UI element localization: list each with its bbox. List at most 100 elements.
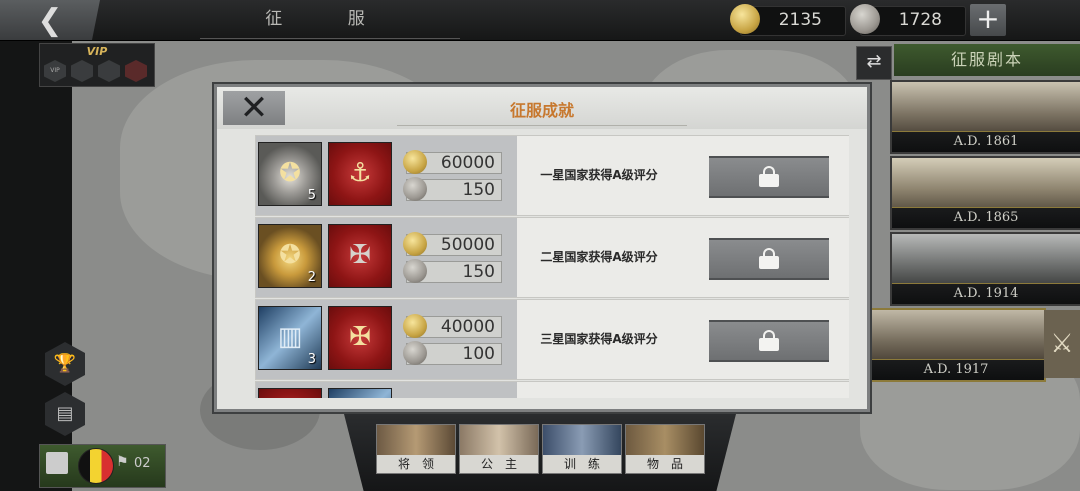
achievement-row: ▥ 3 ✠ 40000 100 三星国家获得A级评分 <box>255 299 849 380</box>
achievement-condition: 一星国家获得A级评分 <box>540 168 658 182</box>
achievement-row: ✪ 2 ✠ 50000 150 二星国家获得A级评分 <box>255 217 849 298</box>
crossed-swords-icon: ⚔ <box>1050 329 1074 359</box>
tab-label: 将领 <box>377 455 455 473</box>
silver-medal-icon <box>403 177 427 201</box>
save-icon[interactable] <box>46 452 68 474</box>
achievement-condition: 二星国家获得A级评分 <box>540 250 658 264</box>
gold-medal-item[interactable]: ✪ 2 <box>258 224 322 288</box>
battleship-painting-image <box>892 234 1080 286</box>
back-button[interactable]: ❮ <box>0 0 100 40</box>
vip-badge-icon <box>98 60 120 82</box>
item-count: 2 <box>307 270 316 285</box>
scenario-card-1861[interactable]: A.D. 1861 <box>890 80 1080 154</box>
silver-amount: 1728 <box>898 10 942 30</box>
flag-count: 02 <box>134 456 151 471</box>
claim-button-locked[interactable] <box>709 238 829 280</box>
iron-cross-item[interactable]: ✠ <box>328 224 392 288</box>
tab-items[interactable]: 物品 <box>625 424 705 474</box>
silver-reward: 100 <box>403 341 502 365</box>
document-icon: ▤ <box>56 403 74 424</box>
battle-painting-image <box>892 158 1080 210</box>
silver-medal-icon <box>850 4 880 34</box>
tab-generals[interactable]: 将领 <box>376 424 456 474</box>
tab-label: 公主 <box>460 455 538 473</box>
battle-painting-image <box>892 82 1080 134</box>
vip-label: VIP <box>86 45 108 58</box>
gold-reward-amount: 40000 <box>440 317 495 337</box>
item-count: 5 <box>307 188 316 203</box>
gold-coin-icon <box>403 150 427 174</box>
swap-button[interactable]: ⇄ <box>856 46 892 80</box>
modal-title: 征服成就 <box>509 101 574 120</box>
generals-portrait-image <box>377 425 455 455</box>
scenario-panel-header: 征服剧本 <box>894 44 1080 76</box>
anchor-badge-item[interactable]: ⚓ <box>328 142 392 206</box>
vip-badge-icon: VIP <box>44 60 66 82</box>
item-count: 3 <box>307 352 316 367</box>
achievement-row: ✪ 5 ⚓ 60000 150 一星国家获得A级评分 <box>255 135 849 216</box>
reward-item[interactable] <box>258 388 322 398</box>
vip-badge-icon <box>71 60 93 82</box>
gold-reward-amount: 60000 <box>440 153 495 173</box>
chevron-left-icon: ❮ <box>37 2 63 38</box>
scenario-card-1865[interactable]: A.D. 1865 <box>890 156 1080 230</box>
belgium-flag-icon[interactable] <box>78 448 114 484</box>
items-image <box>626 425 704 455</box>
gold-coin-icon <box>403 314 427 338</box>
training-troops-image <box>543 425 621 455</box>
scenario-year: A.D. 1917 <box>868 359 1044 380</box>
crossed-swords-button[interactable]: ⚔ <box>1044 310 1080 378</box>
scenario-year: A.D. 1861 <box>892 131 1080 152</box>
silver-reward-amount: 150 <box>462 180 495 200</box>
lock-icon <box>758 330 780 351</box>
title-divider <box>397 125 687 126</box>
vip-panel[interactable]: VIP VIP <box>39 43 155 87</box>
scenario-year: A.D. 1914 <box>892 283 1080 304</box>
achievement-list[interactable]: ✪ 5 ⚓ 60000 150 一星国家获得A级评分 ✪ 2 ✠ 50000 1… <box>255 135 849 398</box>
silver-medal-item[interactable]: ✪ 5 <box>258 142 322 206</box>
add-currency-button[interactable]: + <box>970 4 1006 36</box>
trophy-icon: 🏆 <box>53 353 77 374</box>
flag-marker-icon: ⚑ <box>116 454 129 470</box>
lock-icon <box>758 248 780 269</box>
gold-cross-item[interactable]: ✠ <box>328 306 392 370</box>
tab-princesses[interactable]: 公主 <box>459 424 539 474</box>
gold-reward: 40000 <box>403 314 502 338</box>
page-title: 征 服 <box>200 0 460 39</box>
lock-icon <box>758 166 780 187</box>
close-button[interactable]: ✕ <box>223 91 285 125</box>
gold-cross-icon: ✠ <box>349 322 371 352</box>
vip-badge-icon <box>125 60 147 82</box>
gold-reward-amount: 50000 <box>440 235 495 255</box>
scenario-year: A.D. 1865 <box>892 207 1080 228</box>
silver-medal-icon <box>403 259 427 283</box>
silver-reward: 150 <box>403 259 502 283</box>
tank-painting-image <box>868 310 1044 362</box>
achievement-condition: 三星国家获得A级评分 <box>540 332 658 346</box>
silver-reward-amount: 100 <box>462 344 495 364</box>
scenario-card-1914[interactable]: A.D. 1914 <box>890 232 1080 306</box>
tab-training[interactable]: 训练 <box>542 424 622 474</box>
tab-label: 物品 <box>626 455 704 473</box>
swap-arrows-icon: ⇄ <box>866 51 882 72</box>
tab-label: 训练 <box>543 455 621 473</box>
gold-coin-icon <box>403 232 427 256</box>
gold-amount: 2135 <box>778 10 822 30</box>
scenario-card-1917[interactable]: A.D. 1917 <box>866 308 1046 382</box>
silver-reward-amount: 150 <box>462 262 495 282</box>
anchor-badge-icon: ⚓ <box>348 158 372 188</box>
silver-medal-icon <box>403 341 427 365</box>
iron-cross-icon: ✠ <box>349 240 371 270</box>
gold-reward: 60000 <box>403 150 502 174</box>
gold-coin-icon <box>730 4 760 34</box>
book-item[interactable]: ▥ 3 <box>258 306 322 370</box>
reward-item[interactable] <box>328 388 392 398</box>
achievements-modal: 征服成就 ✕ ✪ 5 ⚓ 60000 150 一星国家获得A级评分 ✪ 2 ✠ … <box>214 84 870 412</box>
close-icon: ✕ <box>239 88 269 128</box>
achievement-row <box>255 381 849 398</box>
claim-button-locked[interactable] <box>709 156 829 198</box>
claim-button-locked[interactable] <box>709 320 829 362</box>
princess-portrait-image <box>460 425 538 455</box>
gold-reward: 50000 <box>403 232 502 256</box>
silver-reward: 150 <box>403 177 502 201</box>
